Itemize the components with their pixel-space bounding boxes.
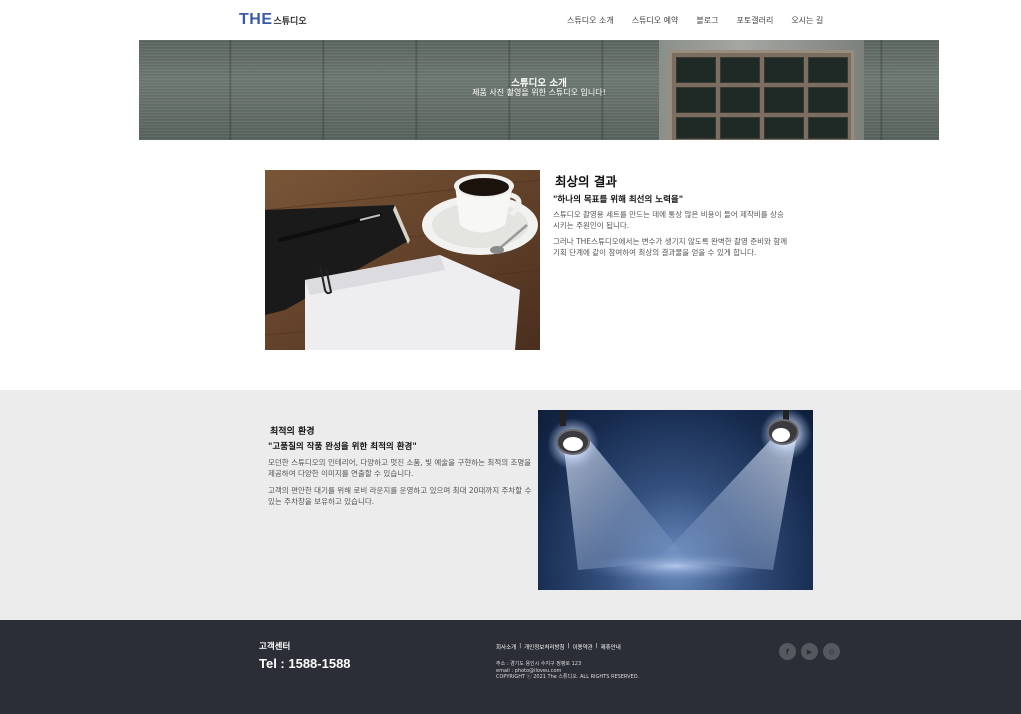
nav-item-directions[interactable]: 오시는 길	[791, 15, 823, 26]
footer-link-separator: |	[595, 643, 598, 649]
section2-title: 최적의 환경	[270, 427, 315, 437]
nav-item-studio-reservation[interactable]: 스튜디오 예약	[632, 15, 679, 26]
section1-paragraph-2: 그러나 THE스튜디오에서는 변수가 생기지 않도록 완벽한 촬영 준비와 함께…	[553, 237, 788, 257]
stage-lights-photo	[538, 410, 813, 590]
site-header: THE 스튜디오 스튜디오 소개 스튜디오 예약 블로그 포토갤러리 오시는 길	[0, 0, 1021, 40]
section2-paragraph-2: 고객의 편안한 대기를 위해 로비 라운지를 운영하고 있으며 최대 20대까지…	[268, 486, 532, 506]
footer-link-company[interactable]: 회사소개	[496, 643, 516, 651]
instagram-icon[interactable]: ◎	[823, 643, 840, 660]
footer-links: 회사소개 | 개인정보처리방침 | 이용약관 | 제휴안내	[496, 643, 621, 651]
footer-tel: Tel : 1588-1588	[259, 656, 351, 671]
banner-subtitle: 제품 사진 촬영을 위한 스튜디오 입니다!	[472, 88, 606, 97]
section1-title: 최상의 결과	[555, 174, 617, 189]
footer-link-terms[interactable]: 이용약관	[572, 643, 592, 651]
coffee-desk-photo	[265, 170, 540, 350]
hero-banner: 스튜디오 소개 제품 사진 촬영을 위한 스튜디오 입니다!	[139, 40, 939, 140]
site-footer: 고객센터 Tel : 1588-1588 회사소개 | 개인정보처리방침 | 이…	[0, 620, 1021, 714]
main-nav: 스튜디오 소개 스튜디오 예약 블로그 포토갤러리 오시는 길	[567, 15, 841, 26]
section1-paragraph-1: 스튜디오 촬영용 세트를 만드는 데에 통상 많은 비용이 들어 제작비를 상승…	[553, 210, 784, 230]
section1-quote: "하나의 목표를 위해 최선의 노력을"	[553, 195, 684, 205]
logo-studio: 스튜디오	[273, 17, 307, 27]
section2-paragraph-1: 모던한 스튜디오의 인테리어, 다양하고 멋진 소품, 빛 예술을 구현하는 최…	[268, 458, 532, 478]
nav-item-studio-intro[interactable]: 스튜디오 소개	[567, 15, 614, 26]
nav-item-blog[interactable]: 블로그	[696, 15, 718, 26]
footer-customer-center-label: 고객센터	[259, 642, 291, 652]
facebook-icon[interactable]: f	[779, 643, 796, 660]
footer-link-separator: |	[519, 643, 522, 649]
footer-link-partnership[interactable]: 제휴안내	[601, 643, 621, 651]
footer-info: 주소 : 경기도 용인시 수지구 정평로 123 email : photo@i…	[496, 661, 639, 681]
logo-the: THE	[239, 11, 273, 28]
section2-quote: "고품질의 작품 완성을 위한 최적의 환경"	[268, 442, 417, 452]
footer-link-privacy[interactable]: 개인정보처리방침	[524, 643, 564, 651]
nav-item-photo-gallery[interactable]: 포토갤러리	[737, 15, 774, 26]
logo[interactable]: THE 스튜디오	[239, 11, 307, 29]
footer-copyright: COPYRIGHT ⓒ 2021 The 스튜디오. ALL RIGHTS RE…	[496, 674, 640, 680]
footer-social: f ▶ ◎	[779, 643, 845, 660]
youtube-icon[interactable]: ▶	[801, 643, 818, 660]
footer-link-separator: |	[567, 643, 570, 649]
